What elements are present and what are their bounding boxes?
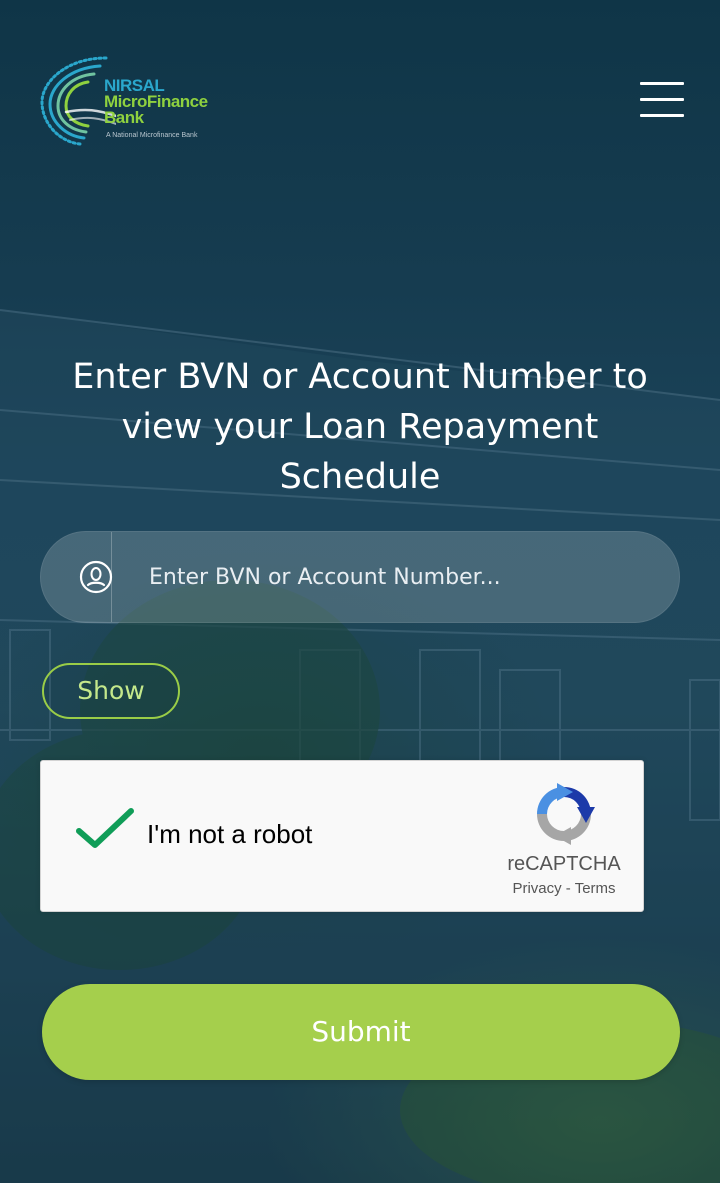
- brand-tagline: A National Microfinance Bank: [106, 132, 198, 139]
- recaptcha-links: Privacy - Terms: [487, 880, 641, 897]
- bvn-account-field[interactable]: [40, 531, 680, 623]
- bvn-account-input[interactable]: [149, 532, 649, 622]
- brand-name: NIRSAL MicroFinance Bank: [104, 77, 208, 127]
- brand-logo[interactable]: NIRSAL MicroFinance Bank A National Micr…: [36, 52, 236, 148]
- recaptcha-terms-link[interactable]: Terms: [575, 880, 616, 897]
- show-button[interactable]: Show: [42, 663, 180, 719]
- recaptcha-link-separator: -: [565, 880, 571, 897]
- page-heading: Enter BVN or Account Number to view your…: [72, 357, 648, 497]
- submit-button[interactable]: Submit: [42, 984, 680, 1080]
- recaptcha-privacy-link[interactable]: Privacy: [512, 880, 561, 897]
- hamburger-menu-icon[interactable]: [640, 82, 684, 118]
- recaptcha-widget: I'm not a robot reCAPTCHA Privacy - Term…: [40, 760, 644, 912]
- recaptcha-logo-icon: [537, 783, 595, 845]
- brand-name-line3: Bank: [104, 108, 144, 127]
- recaptcha-checkmark-icon[interactable]: [75, 805, 135, 853]
- user-icon: [79, 560, 113, 594]
- recaptcha-label: I'm not a robot: [147, 819, 313, 849]
- recaptcha-brand: reCAPTCHA: [507, 853, 621, 875]
